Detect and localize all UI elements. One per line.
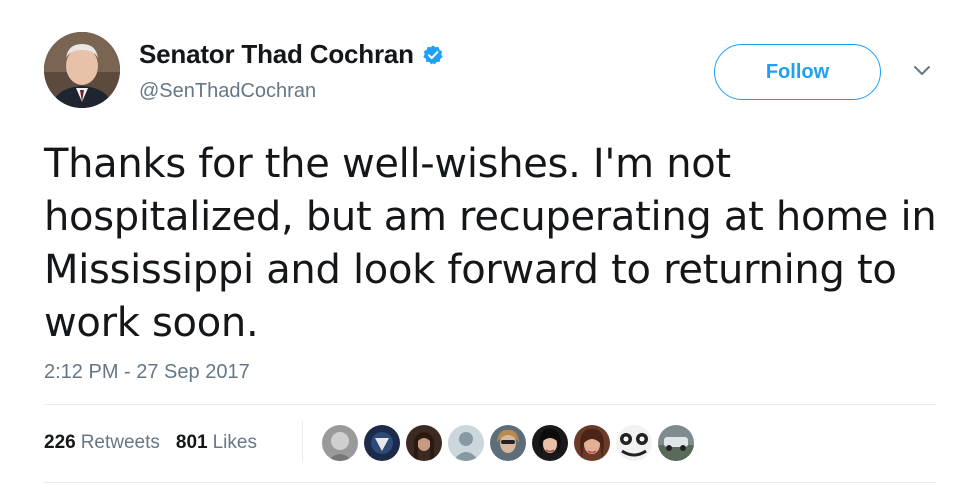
retweets-label: Retweets <box>80 432 160 453</box>
liker-avatar[interactable] <box>406 425 442 461</box>
liker-avatar[interactable] <box>658 425 694 461</box>
chevron-down-icon[interactable] <box>912 64 932 78</box>
divider <box>44 482 936 483</box>
tweet-text: Thanks for the well-wishes. I'm not hosp… <box>44 141 937 346</box>
likes-stat[interactable]: 801 Likes <box>176 432 257 454</box>
author-photo <box>44 32 120 108</box>
author-handle[interactable]: @SenThadCochran <box>139 80 316 103</box>
liker-avatar[interactable] <box>574 425 610 461</box>
liker-avatar[interactable] <box>532 425 568 461</box>
tweet-stats: 226 Retweets 801 Likes <box>44 432 273 454</box>
verified-badge-icon <box>422 44 444 66</box>
author-avatar[interactable] <box>44 32 120 108</box>
retweets-count: 226 <box>44 432 76 453</box>
retweets-stat[interactable]: 226 Retweets <box>44 432 160 454</box>
follow-button[interactable]: Follow <box>714 44 881 100</box>
tweet-timestamp[interactable]: 2:12 PM - 27 Sep 2017 <box>44 361 250 384</box>
liker-avatar[interactable] <box>490 425 526 461</box>
liker-avatar[interactable] <box>322 425 358 461</box>
liker-avatars <box>322 425 700 461</box>
likes-label: Likes <box>212 432 257 453</box>
likes-count: 801 <box>175 432 208 453</box>
liker-avatar[interactable] <box>448 425 484 461</box>
divider <box>44 404 936 405</box>
stats-separator <box>302 421 303 463</box>
author-name[interactable]: Senator Thad Cochran <box>139 39 414 70</box>
liker-avatar[interactable] <box>364 425 400 461</box>
liker-avatar[interactable] <box>616 425 652 461</box>
